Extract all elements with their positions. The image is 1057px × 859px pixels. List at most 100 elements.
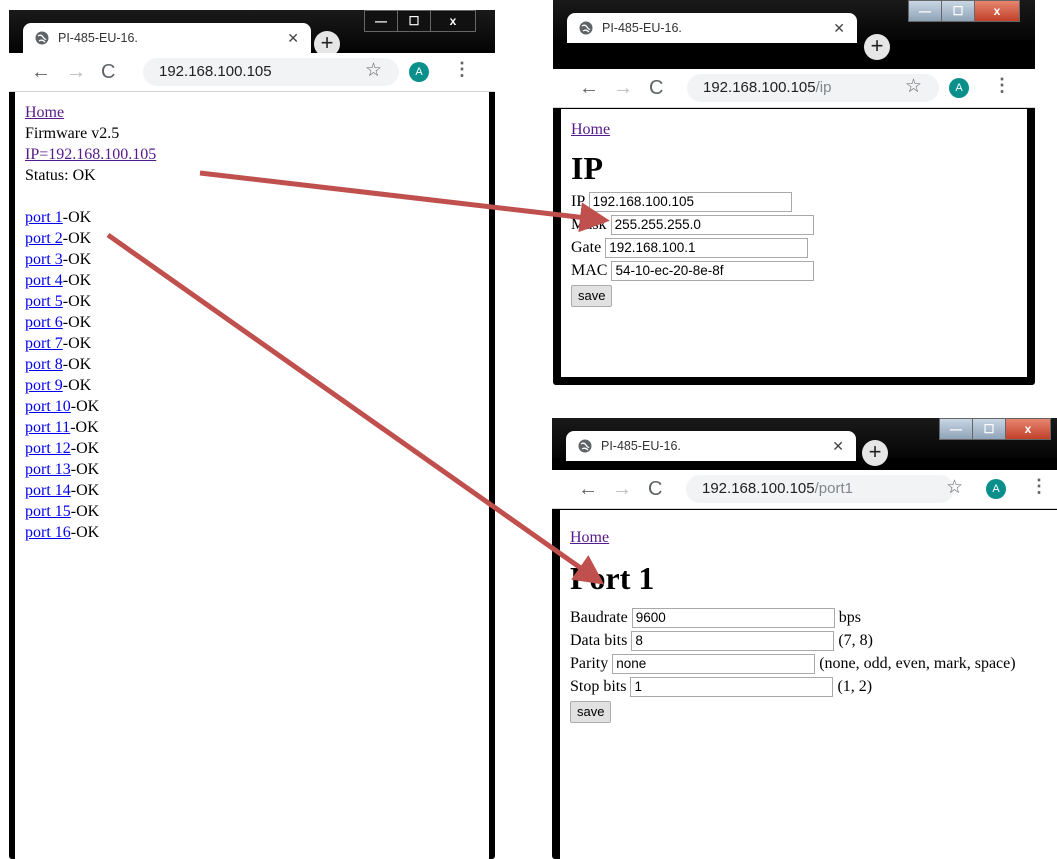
port-link[interactable]: port 12 xyxy=(25,440,71,457)
reload-icon[interactable]: C xyxy=(101,61,115,84)
menu-icon[interactable]: ⋮ xyxy=(1030,476,1048,497)
stop-bits-hint: (1, 2) xyxy=(837,678,873,695)
parity-field[interactable]: none xyxy=(612,654,816,675)
mac-label: MAC xyxy=(571,262,608,279)
port-link[interactable]: port 1 xyxy=(25,209,63,226)
forward-icon[interactable]: → xyxy=(613,77,633,100)
port-row: port 9-OK xyxy=(25,375,489,396)
back-icon[interactable]: ← xyxy=(31,61,51,84)
reload-icon[interactable]: C xyxy=(649,77,663,100)
new-tab-icon[interactable]: + xyxy=(864,34,890,60)
data-bits-label: Data bits xyxy=(570,632,628,649)
port-link[interactable]: port 14 xyxy=(25,482,71,499)
baudrate-field[interactable]: 9600 xyxy=(631,608,835,629)
status-text: Status: OK xyxy=(25,167,96,184)
port-row: port 5-OK xyxy=(25,291,489,312)
back-icon[interactable]: ← xyxy=(579,77,599,100)
ip-link[interactable]: IP=192.168.100.105 xyxy=(25,146,156,163)
port-status: -OK xyxy=(70,503,100,520)
profile-avatar[interactable]: A xyxy=(949,78,969,98)
port-link[interactable]: port 15 xyxy=(25,503,71,520)
close-tab-icon[interactable]: ✕ xyxy=(833,20,845,37)
port-link[interactable]: port 3 xyxy=(25,251,63,268)
port-status: -OK xyxy=(62,209,92,226)
close-window-icon[interactable]: x xyxy=(430,10,476,32)
port-link[interactable]: port 5 xyxy=(25,293,63,310)
port-link[interactable]: port 4 xyxy=(25,272,63,289)
reload-icon[interactable]: C xyxy=(648,478,662,501)
menu-icon[interactable]: ⋮ xyxy=(453,59,471,80)
forward-icon[interactable]: → xyxy=(612,478,632,501)
maximize-icon[interactable]: ☐ xyxy=(397,10,431,32)
ip-field[interactable]: 192.168.100.105 xyxy=(588,192,792,213)
maximize-icon[interactable]: ☐ xyxy=(972,418,1006,440)
save-button[interactable]: save xyxy=(570,701,612,723)
url-path: /port1 xyxy=(814,480,853,497)
browser-window-port: PI-485-EU-16. ✕ + — ☐ x ← → C 192.168.10… xyxy=(552,418,1057,859)
home-link[interactable]: Home xyxy=(25,104,64,121)
close-tab-icon[interactable]: ✕ xyxy=(287,30,299,47)
home-link[interactable]: Home xyxy=(571,121,610,138)
port-status: -OK xyxy=(62,356,92,373)
port-status: -OK xyxy=(70,398,100,415)
forward-icon[interactable]: → xyxy=(66,61,86,84)
port-link[interactable]: port 16 xyxy=(25,524,71,541)
browser-tab[interactable]: PI-485-EU-16. ✕ xyxy=(23,23,311,53)
port-link[interactable]: port 8 xyxy=(25,356,63,373)
stop-bits-field[interactable]: 1 xyxy=(630,677,834,698)
maximize-icon[interactable]: ☐ xyxy=(941,0,975,22)
globe-icon xyxy=(578,439,592,453)
port-link[interactable]: port 6 xyxy=(25,314,63,331)
port-row: port 10-OK xyxy=(25,396,489,417)
address-bar[interactable]: 192.168.100.105 xyxy=(143,58,399,86)
port-row: port 6-OK xyxy=(25,312,489,333)
home-link[interactable]: Home xyxy=(570,529,609,546)
port-link[interactable]: port 10 xyxy=(25,398,71,415)
minimize-icon[interactable]: — xyxy=(939,418,973,440)
port-link[interactable]: port 13 xyxy=(25,461,71,478)
close-window-icon[interactable]: x xyxy=(974,0,1020,22)
port-link[interactable]: port 2 xyxy=(25,230,63,247)
port-status: -OK xyxy=(70,440,100,457)
url-host: 192.168.100.105 xyxy=(702,480,815,497)
tab-title: PI-485-EU-16. xyxy=(602,21,682,35)
close-window-icon[interactable]: x xyxy=(1005,418,1051,440)
minimize-icon[interactable]: — xyxy=(364,10,398,32)
port-status: -OK xyxy=(70,461,100,478)
data-bits-field[interactable]: 8 xyxy=(631,631,835,652)
url-path: /ip xyxy=(815,79,832,96)
window-controls: — ☐ x xyxy=(364,10,476,32)
gate-field[interactable]: 192.168.100.1 xyxy=(605,238,809,259)
parity-hint: (none, odd, even, mark, space) xyxy=(819,655,1016,672)
mask-field[interactable]: 255.255.255.0 xyxy=(610,215,814,236)
bookmark-star-icon[interactable]: ☆ xyxy=(905,75,922,98)
bookmark-star-icon[interactable]: ☆ xyxy=(946,476,963,499)
baudrate-hint: bps xyxy=(838,609,861,626)
port-status: -OK xyxy=(62,377,92,394)
mac-field[interactable]: 54-10-ec-20-8e-8f xyxy=(611,261,815,282)
new-tab-icon[interactable]: + xyxy=(862,440,888,466)
browser-toolbar: ← → C 192.168.100.105/port1 ☆ A ⋮ xyxy=(552,470,1057,509)
port-row: port 15-OK xyxy=(25,501,489,522)
port-status: -OK xyxy=(62,293,92,310)
profile-avatar[interactable]: A xyxy=(986,479,1006,499)
port-link[interactable]: port 11 xyxy=(25,419,70,436)
address-bar[interactable]: 192.168.100.105/port1 xyxy=(686,475,954,503)
close-tab-icon[interactable]: ✕ xyxy=(832,438,844,455)
browser-tab[interactable]: PI-485-EU-16. ✕ xyxy=(567,13,857,43)
browser-tab[interactable]: PI-485-EU-16. ✕ xyxy=(566,431,856,461)
back-icon[interactable]: ← xyxy=(578,478,598,501)
port-row: port 4-OK xyxy=(25,270,489,291)
page-content: Home IP IP 192.168.100.105 Mask 255.255.… xyxy=(561,109,1027,377)
port-link[interactable]: port 7 xyxy=(25,335,63,352)
bookmark-star-icon[interactable]: ☆ xyxy=(365,59,382,82)
menu-icon[interactable]: ⋮ xyxy=(993,75,1011,96)
minimize-icon[interactable]: — xyxy=(908,0,942,22)
address-bar[interactable]: 192.168.100.105/ip xyxy=(687,74,939,102)
port-link[interactable]: port 9 xyxy=(25,377,63,394)
save-button[interactable]: save xyxy=(571,285,613,307)
profile-avatar[interactable]: A xyxy=(409,62,429,82)
browser-window-ip: PI-485-EU-16. ✕ + — ☐ x ← → C 192.168.10… xyxy=(553,0,1035,385)
gate-label: Gate xyxy=(571,239,602,256)
url-host: 192.168.100.105 xyxy=(703,79,816,96)
